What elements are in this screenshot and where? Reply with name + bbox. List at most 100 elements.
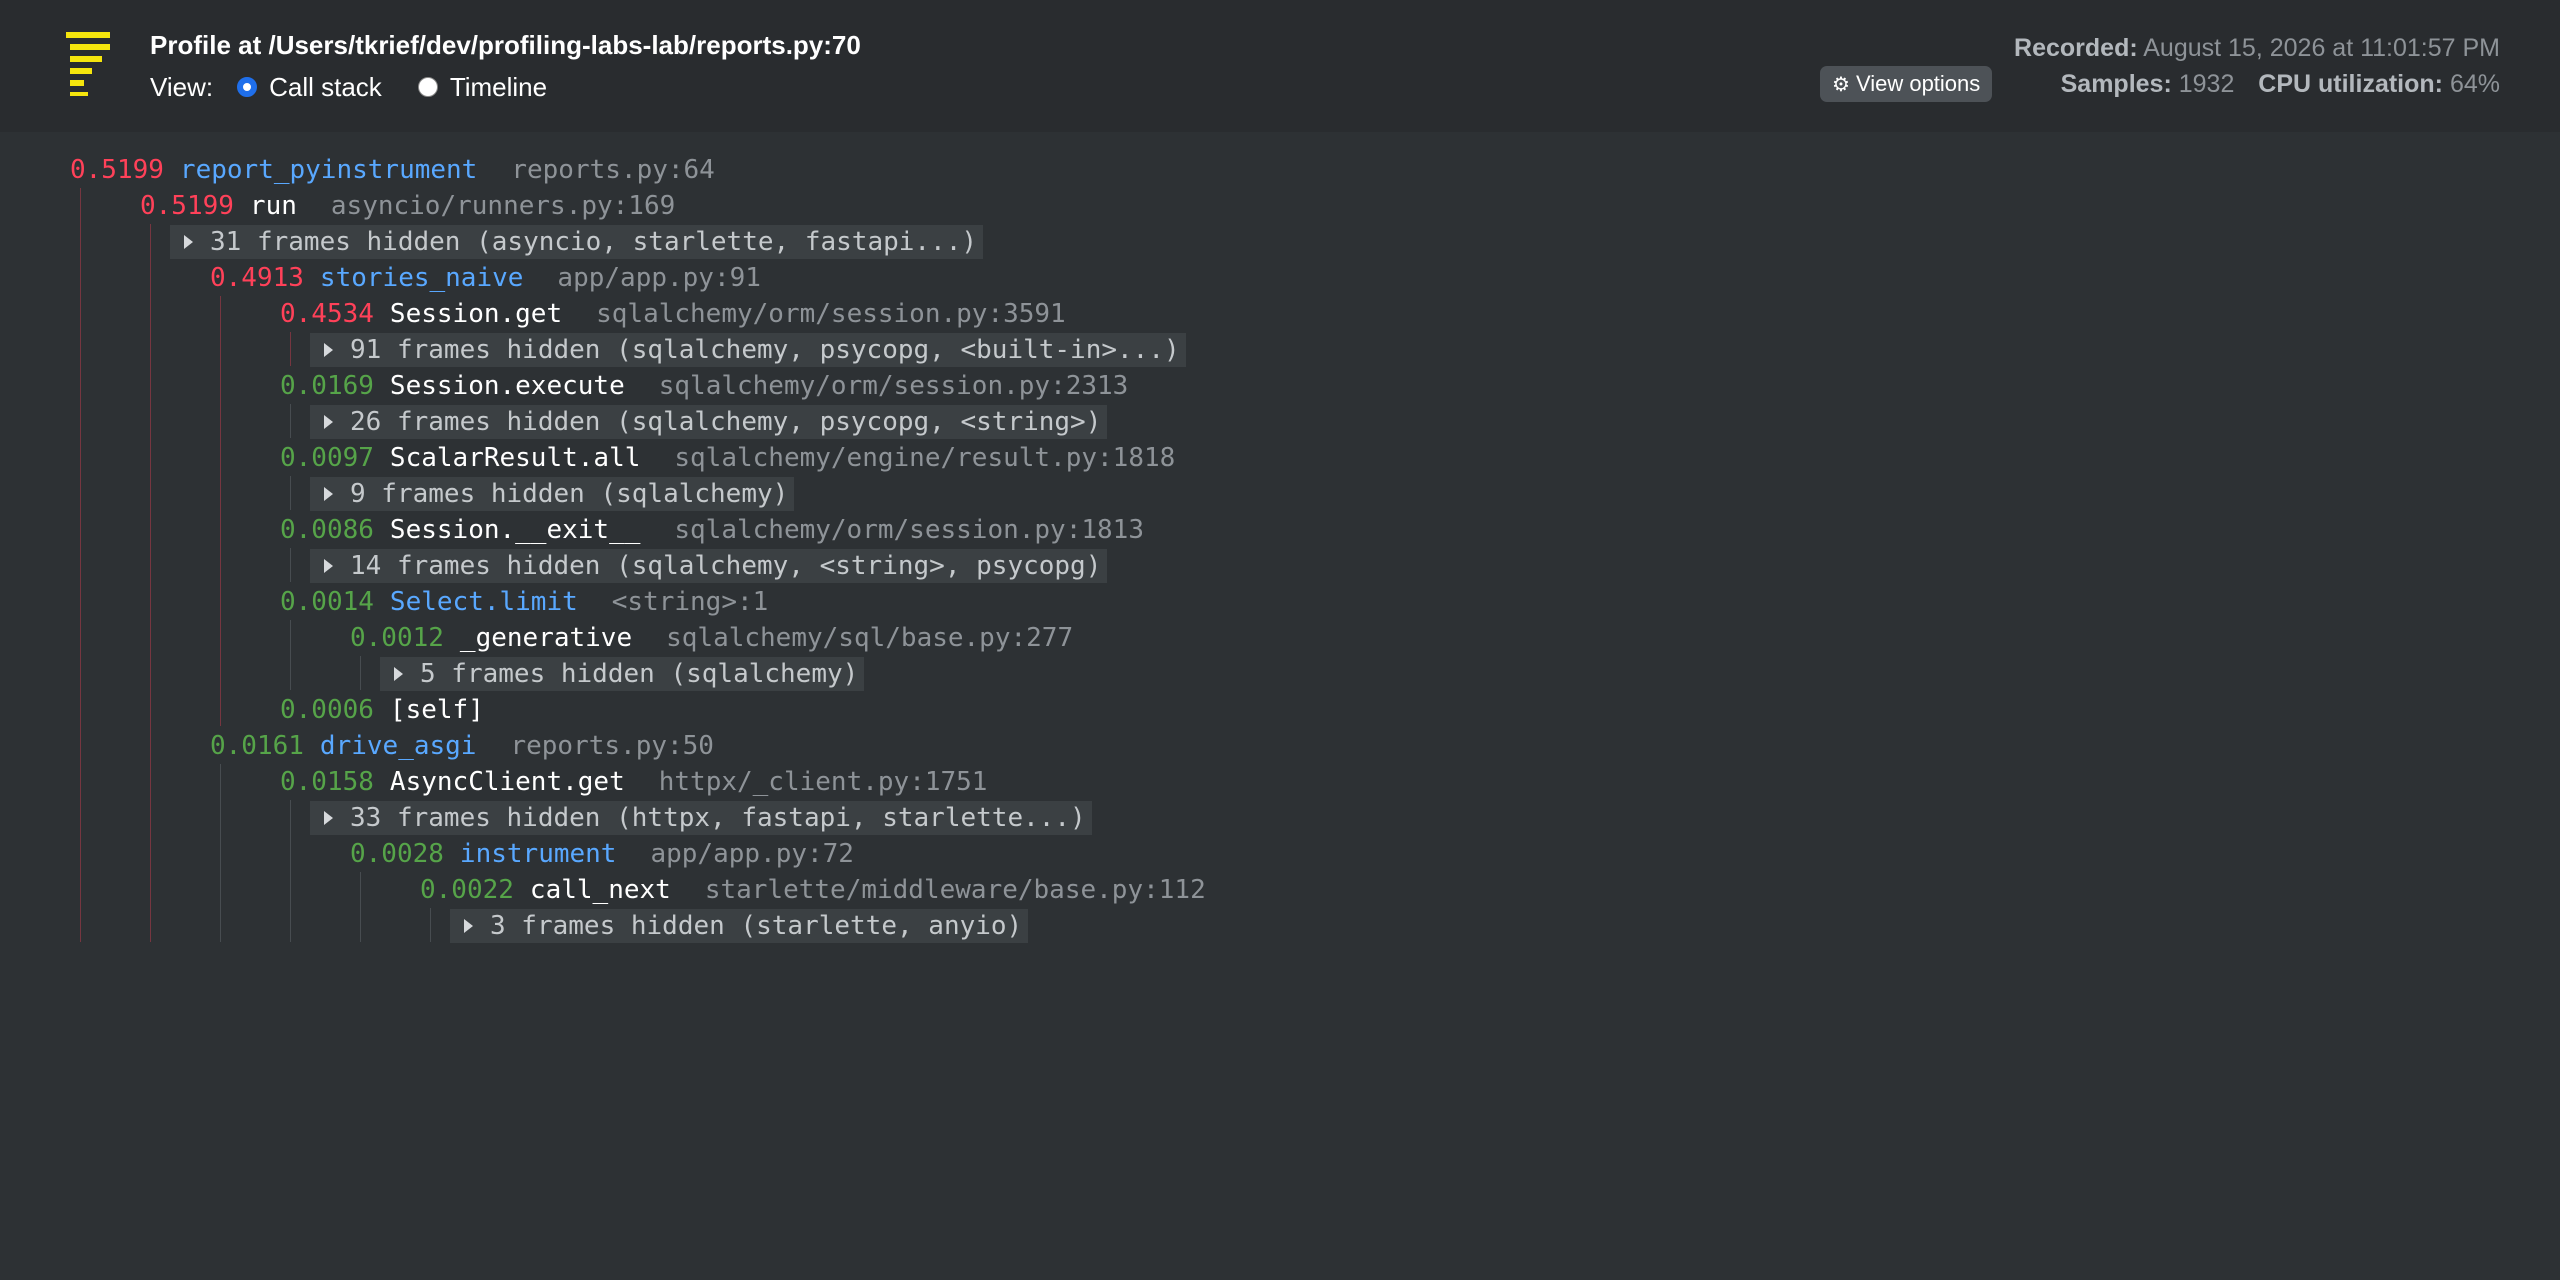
frame-row[interactable]: 0.0006 [self]: [280, 692, 484, 728]
frame-time: 0.4913: [210, 263, 304, 293]
frame-location: sqlalchemy/orm/session.py:3591: [596, 299, 1066, 329]
frame-function: Session.__exit__: [389, 515, 641, 545]
caret-right-icon: [464, 919, 473, 933]
frame-function: call_next: [529, 875, 671, 905]
frame-row[interactable]: 0.4534 Session.get sqlalchemy/orm/session.…: [280, 296, 1066, 332]
hidden-frames-group[interactable]: 26 frames hidden (sqlalchemy, psycopg, <…: [310, 405, 1108, 439]
frame-row[interactable]: 0.0097 ScalarResult.all sqlalchemy/engine/…: [280, 440, 1175, 476]
view-options-label: View options: [1855, 71, 1981, 96]
frame-time: 0.5199: [70, 155, 164, 185]
caret-right-icon: [394, 667, 403, 681]
hidden-frames-group[interactable]: 33 frames hidden (httpx, fastapi, starle…: [310, 801, 1092, 835]
frame-time: 0.0169: [280, 371, 374, 401]
frame-function: Session.get: [389, 299, 563, 329]
hidden-frames-label: 3 frames hidden (starlette, anyio): [490, 911, 1023, 941]
recorded-value: August 15, 2026 at 11:01:57 PM: [2143, 34, 2500, 62]
view-option-call-stack[interactable]: Call stack: [237, 72, 382, 103]
frame-row[interactable]: 0.4913 stories_naive app/app.py:91: [210, 260, 761, 296]
frame-location: app/app.py:91: [557, 263, 761, 293]
hidden-frames-label: 91 frames hidden (sqlalchemy, psycopg, <…: [350, 335, 1180, 365]
page-title: Profile at /Users/tkrief/dev/profiling-l…: [150, 30, 861, 60]
hidden-frames-group[interactable]: 14 frames hidden (sqlalchemy, <string>, …: [310, 549, 1108, 583]
tree-guide-line: [290, 620, 291, 690]
cpu-label: CPU utilization:: [2258, 70, 2443, 98]
frame-location: httpx/_client.py:1751: [658, 767, 988, 797]
frame-function: [self]: [389, 695, 484, 725]
frame-function: ScalarResult.all: [389, 443, 641, 473]
tree-guide-line: [220, 296, 221, 726]
frame-time: 0.0161: [210, 731, 304, 761]
frame-function: _generative: [459, 623, 633, 653]
hidden-frames-group[interactable]: 31 frames hidden (asyncio, starlette, fa…: [170, 225, 984, 259]
recorded-line: Recorded: August 15, 2026 at 11:01:57 PM: [2014, 30, 2500, 66]
frame-time: 0.0028: [350, 839, 444, 869]
frame-function: instrument: [459, 839, 617, 869]
recorded-label: Recorded:: [2014, 34, 2138, 62]
gear-icon: ⚙: [1832, 73, 1850, 96]
frame-time: 0.0006: [280, 695, 374, 725]
tree-guide-line: [360, 656, 361, 690]
hidden-frames-label: 5 frames hidden (sqlalchemy): [420, 659, 859, 689]
hidden-frames-label: 31 frames hidden (asyncio, starlette, fa…: [210, 227, 978, 257]
tree-guide-line: [150, 224, 151, 942]
frame-row[interactable]: 0.0028 instrument app/app.py:72: [350, 836, 854, 872]
tree-guide-line: [290, 332, 291, 366]
tree-guide-line: [290, 800, 291, 942]
frame-location: sqlalchemy/sql/base.py:277: [666, 623, 1074, 653]
hidden-frames-group[interactable]: 9 frames hidden (sqlalchemy): [310, 477, 795, 511]
frame-location: sqlalchemy/engine/result.py:1818: [674, 443, 1176, 473]
frame-function: drive_asgi: [319, 731, 477, 761]
profile-metadata: Recorded: August 15, 2026 at 11:01:57 PM…: [2014, 30, 2500, 102]
frame-function: Session.execute: [389, 371, 625, 401]
frame-location: <string>:1: [611, 587, 769, 617]
frame-location: reports.py:50: [510, 731, 714, 761]
hidden-frames-group[interactable]: 91 frames hidden (sqlalchemy, psycopg, <…: [310, 333, 1186, 367]
hidden-frames-group[interactable]: 5 frames hidden (sqlalchemy): [380, 657, 865, 691]
hidden-frames-label: 9 frames hidden (sqlalchemy): [350, 479, 789, 509]
header-bar: Profile at /Users/tkrief/dev/profiling-l…: [0, 0, 2560, 132]
frame-location: starlette/middleware/base.py:112: [704, 875, 1206, 905]
frame-time: 0.0086: [280, 515, 374, 545]
frame-function: stories_naive: [319, 263, 524, 293]
hidden-frames-group[interactable]: 3 frames hidden (starlette, anyio): [450, 909, 1029, 943]
view-option-timeline[interactable]: Timeline: [417, 71, 548, 103]
frame-row[interactable]: 0.0161 drive_asgi reports.py:50: [210, 728, 714, 764]
frame-row[interactable]: 0.0169 Session.execute sqlalchemy/orm/sess…: [280, 368, 1128, 404]
tree-guide-line: [360, 872, 361, 942]
caret-right-icon: [324, 559, 333, 573]
stats-line: Samples: 1932 CPU utilization: 64%: [2014, 66, 2500, 102]
pyinstrument-logo-icon: [66, 32, 110, 96]
frame-row[interactable]: 0.0158 AsyncClient.get httpx/_client.py:17…: [280, 764, 987, 800]
frame-location: reports.py:64: [511, 155, 715, 185]
view-options-button[interactable]: ⚙ View options: [1820, 66, 1993, 102]
frame-row[interactable]: 0.0086 Session.__exit__ sqlalchemy/orm/ses…: [280, 512, 1144, 548]
caret-right-icon: [324, 343, 333, 357]
frame-function: run: [249, 191, 297, 221]
caret-right-icon: [324, 811, 333, 825]
tree-guide-line: [80, 188, 81, 942]
frame-row[interactable]: 0.0022 call_next starlette/middleware/base…: [420, 872, 1206, 908]
frame-row[interactable]: 0.5199 run asyncio/runners.py:169: [140, 188, 675, 224]
timeline-label: Timeline: [449, 71, 548, 102]
tree-guide-line: [290, 404, 291, 438]
tree-guide-line: [290, 548, 291, 582]
frame-time: 0.0012: [350, 623, 444, 653]
tree-guide-line: [220, 764, 221, 942]
hidden-frames-label: 33 frames hidden (httpx, fastapi, starle…: [350, 803, 1086, 833]
frame-function: report_pyinstrument: [179, 155, 478, 185]
frame-row[interactable]: 0.0012 _generative sqlalchemy/sql/base.py:…: [350, 620, 1073, 656]
frame-time: 0.0014: [280, 587, 374, 617]
hidden-frames-label: 14 frames hidden (sqlalchemy, <string>, …: [350, 551, 1102, 581]
frame-location: sqlalchemy/orm/session.py:2313: [658, 371, 1129, 401]
caret-right-icon: [324, 487, 333, 501]
timeline-radio[interactable]: [417, 77, 438, 97]
frame-row[interactable]: 0.0014 Select.limit <string>:1: [280, 584, 768, 620]
call-stack-radio[interactable]: [237, 77, 258, 97]
frame-function: AsyncClient.get: [389, 767, 625, 797]
frame-location: sqlalchemy/orm/session.py:1813: [674, 515, 1144, 545]
tree-guide-line: [430, 908, 431, 942]
frame-row[interactable]: 0.5199 report_pyinstrument reports.py:64: [70, 152, 715, 188]
frame-time: 0.0097: [280, 443, 374, 473]
frame-location: asyncio/runners.py:169: [330, 191, 676, 221]
frame-location: app/app.py:72: [650, 839, 854, 869]
